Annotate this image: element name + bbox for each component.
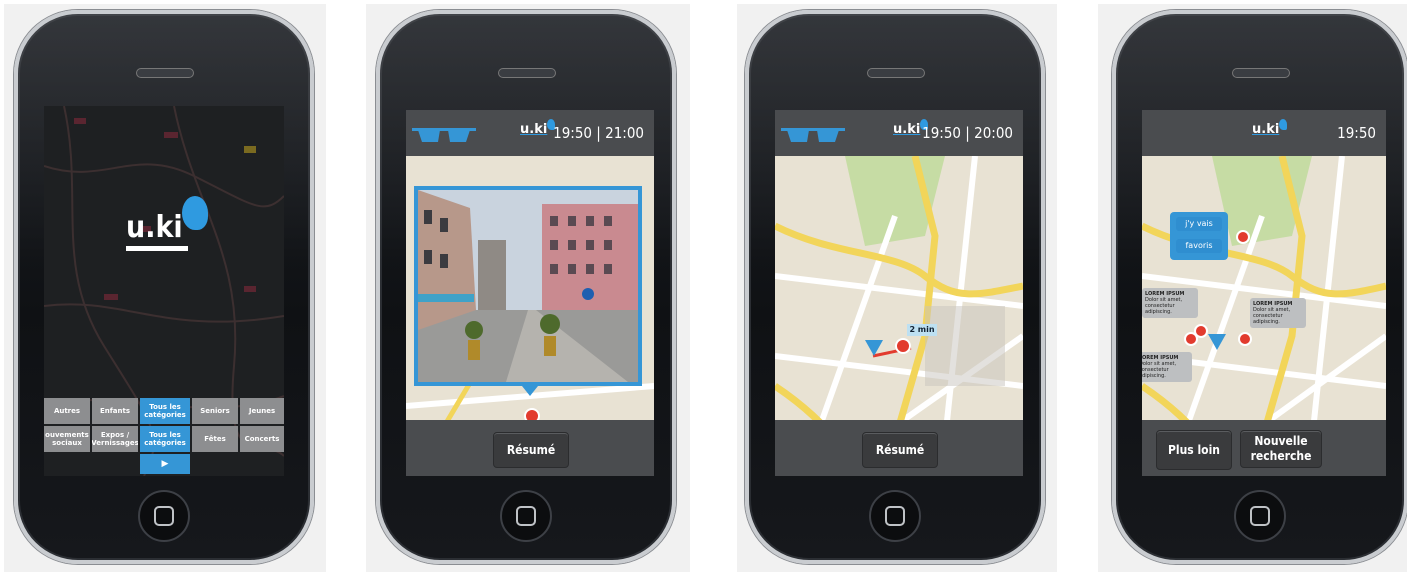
top-bar: u.ki 19:50 | 20:00 xyxy=(775,110,1023,156)
new-search-button[interactable]: Nouvelle recherche xyxy=(1240,430,1322,468)
home-button[interactable] xyxy=(500,490,552,542)
phone-3: u.ki 19:50 | 20:00 2 min Résumé xyxy=(745,10,1045,564)
category-jeunes[interactable]: Jeunes xyxy=(240,398,284,424)
top-bar: u.ki 19:50 | 21:00 xyxy=(406,110,654,156)
time-range: 19:50 | 21:00 xyxy=(553,124,644,142)
event-info-bubble[interactable]: LOREM IPSUMDolor sit amet, consectetur a… xyxy=(1250,298,1306,328)
category-autres[interactable]: Autres xyxy=(44,398,90,424)
start-position-icon xyxy=(865,340,883,356)
event-text: Dolor sit amet, consectetur adipiscing. xyxy=(1142,361,1177,379)
top-bar: u.ki 19:50 xyxy=(1142,110,1386,156)
splash-screen: u.ki Autres Enfants Tous les catégories … xyxy=(44,106,284,476)
summary-button[interactable]: Résumé xyxy=(493,432,569,468)
sunglasses-icon[interactable] xyxy=(412,126,476,144)
user-position-icon xyxy=(1208,334,1226,350)
event-text: Dolor sit amet, consectetur adipiscing. xyxy=(1145,297,1183,315)
speaker-grille xyxy=(136,68,194,78)
app-logo: u.ki xyxy=(126,196,216,256)
home-square-icon xyxy=(1250,506,1270,526)
map-view[interactable] xyxy=(406,156,654,440)
category-all-1[interactable]: Tous les catégories xyxy=(140,398,190,424)
phone-2: u.ki 19:50 | 21:00 Résumé xyxy=(376,10,676,564)
phone-1: u.ki Autres Enfants Tous les catégories … xyxy=(14,10,314,564)
next-button[interactable]: ▶ xyxy=(140,454,190,474)
duration-label: 2 min xyxy=(907,324,937,336)
logo-text: u.ki xyxy=(126,210,183,245)
event-info-bubble[interactable]: LOREM IPSUMDolor sit amet, consectetur a… xyxy=(1142,288,1198,318)
bottom-bar: Résumé xyxy=(406,420,654,476)
events-screen: u.ki 19:50 j'y vais favoris LOREM IPSUM … xyxy=(1142,110,1386,476)
category-enfants[interactable]: Enfants xyxy=(92,398,138,424)
go-button[interactable]: j'y vais xyxy=(1176,217,1222,231)
event-marker-icon[interactable] xyxy=(1238,332,1252,346)
home-button[interactable] xyxy=(1234,490,1286,542)
streetview-screen: u.ki 19:50 | 21:00 Résumé xyxy=(406,110,654,476)
event-popup: j'y vais favoris xyxy=(1170,212,1228,260)
map-view[interactable]: 2 min xyxy=(775,156,1023,440)
category-all-2[interactable]: Tous les catégories xyxy=(140,426,190,452)
time-display: 19:50 xyxy=(1337,124,1376,142)
category-concerts[interactable]: Concerts xyxy=(240,426,284,452)
home-button[interactable] xyxy=(869,490,921,542)
brand-logo: u.ki xyxy=(1252,119,1288,137)
favorites-button[interactable]: favoris xyxy=(1176,239,1222,253)
street-photo xyxy=(418,190,638,382)
question-mark-icon xyxy=(182,196,208,230)
frame-pointer xyxy=(522,386,538,396)
street-photo-frame xyxy=(414,186,642,386)
home-square-icon xyxy=(885,506,905,526)
farther-button[interactable]: Plus loin xyxy=(1156,430,1232,470)
category-fetes[interactable]: Fêtes xyxy=(192,426,238,452)
sunglasses-icon[interactable] xyxy=(781,126,845,144)
event-marker-icon[interactable] xyxy=(1194,324,1208,338)
home-button[interactable] xyxy=(138,490,190,542)
home-square-icon xyxy=(154,506,174,526)
speaker-grille xyxy=(498,68,556,78)
logo-underline xyxy=(126,246,188,251)
event-info-bubble[interactable]: LOREM IPSUMDolor sit amet, consectetur a… xyxy=(1142,352,1192,382)
map-view[interactable]: j'y vais favoris LOREM IPSUM Dolor sit am… xyxy=(1142,156,1386,440)
category-seniors[interactable]: Seniors xyxy=(192,398,238,424)
brand-logo: u.ki xyxy=(893,119,929,137)
summary-button[interactable]: Résumé xyxy=(862,432,938,468)
bottom-bar: Résumé xyxy=(775,420,1023,476)
time-range: 19:50 | 20:00 xyxy=(922,124,1013,142)
category-mouvements[interactable]: ouvements sociaux xyxy=(44,426,90,452)
speaker-grille xyxy=(1232,68,1290,78)
phone-4: u.ki 19:50 j'y vais favoris LOREM IPSUM … xyxy=(1112,10,1407,564)
map-roads xyxy=(775,156,1023,440)
speaker-grille xyxy=(867,68,925,78)
destination-marker-icon[interactable] xyxy=(895,338,911,354)
event-text: Dolor sit amet, consectetur adipiscing. xyxy=(1253,307,1291,325)
bottom-bar: Plus loin Nouvelle recherche xyxy=(1142,420,1386,476)
category-expos[interactable]: Expos / Vernissages xyxy=(92,426,138,452)
event-marker-icon[interactable] xyxy=(1236,230,1250,244)
brand-logo: u.ki xyxy=(520,119,556,137)
home-square-icon xyxy=(516,506,536,526)
route-screen: u.ki 19:50 | 20:00 2 min Résumé xyxy=(775,110,1023,476)
